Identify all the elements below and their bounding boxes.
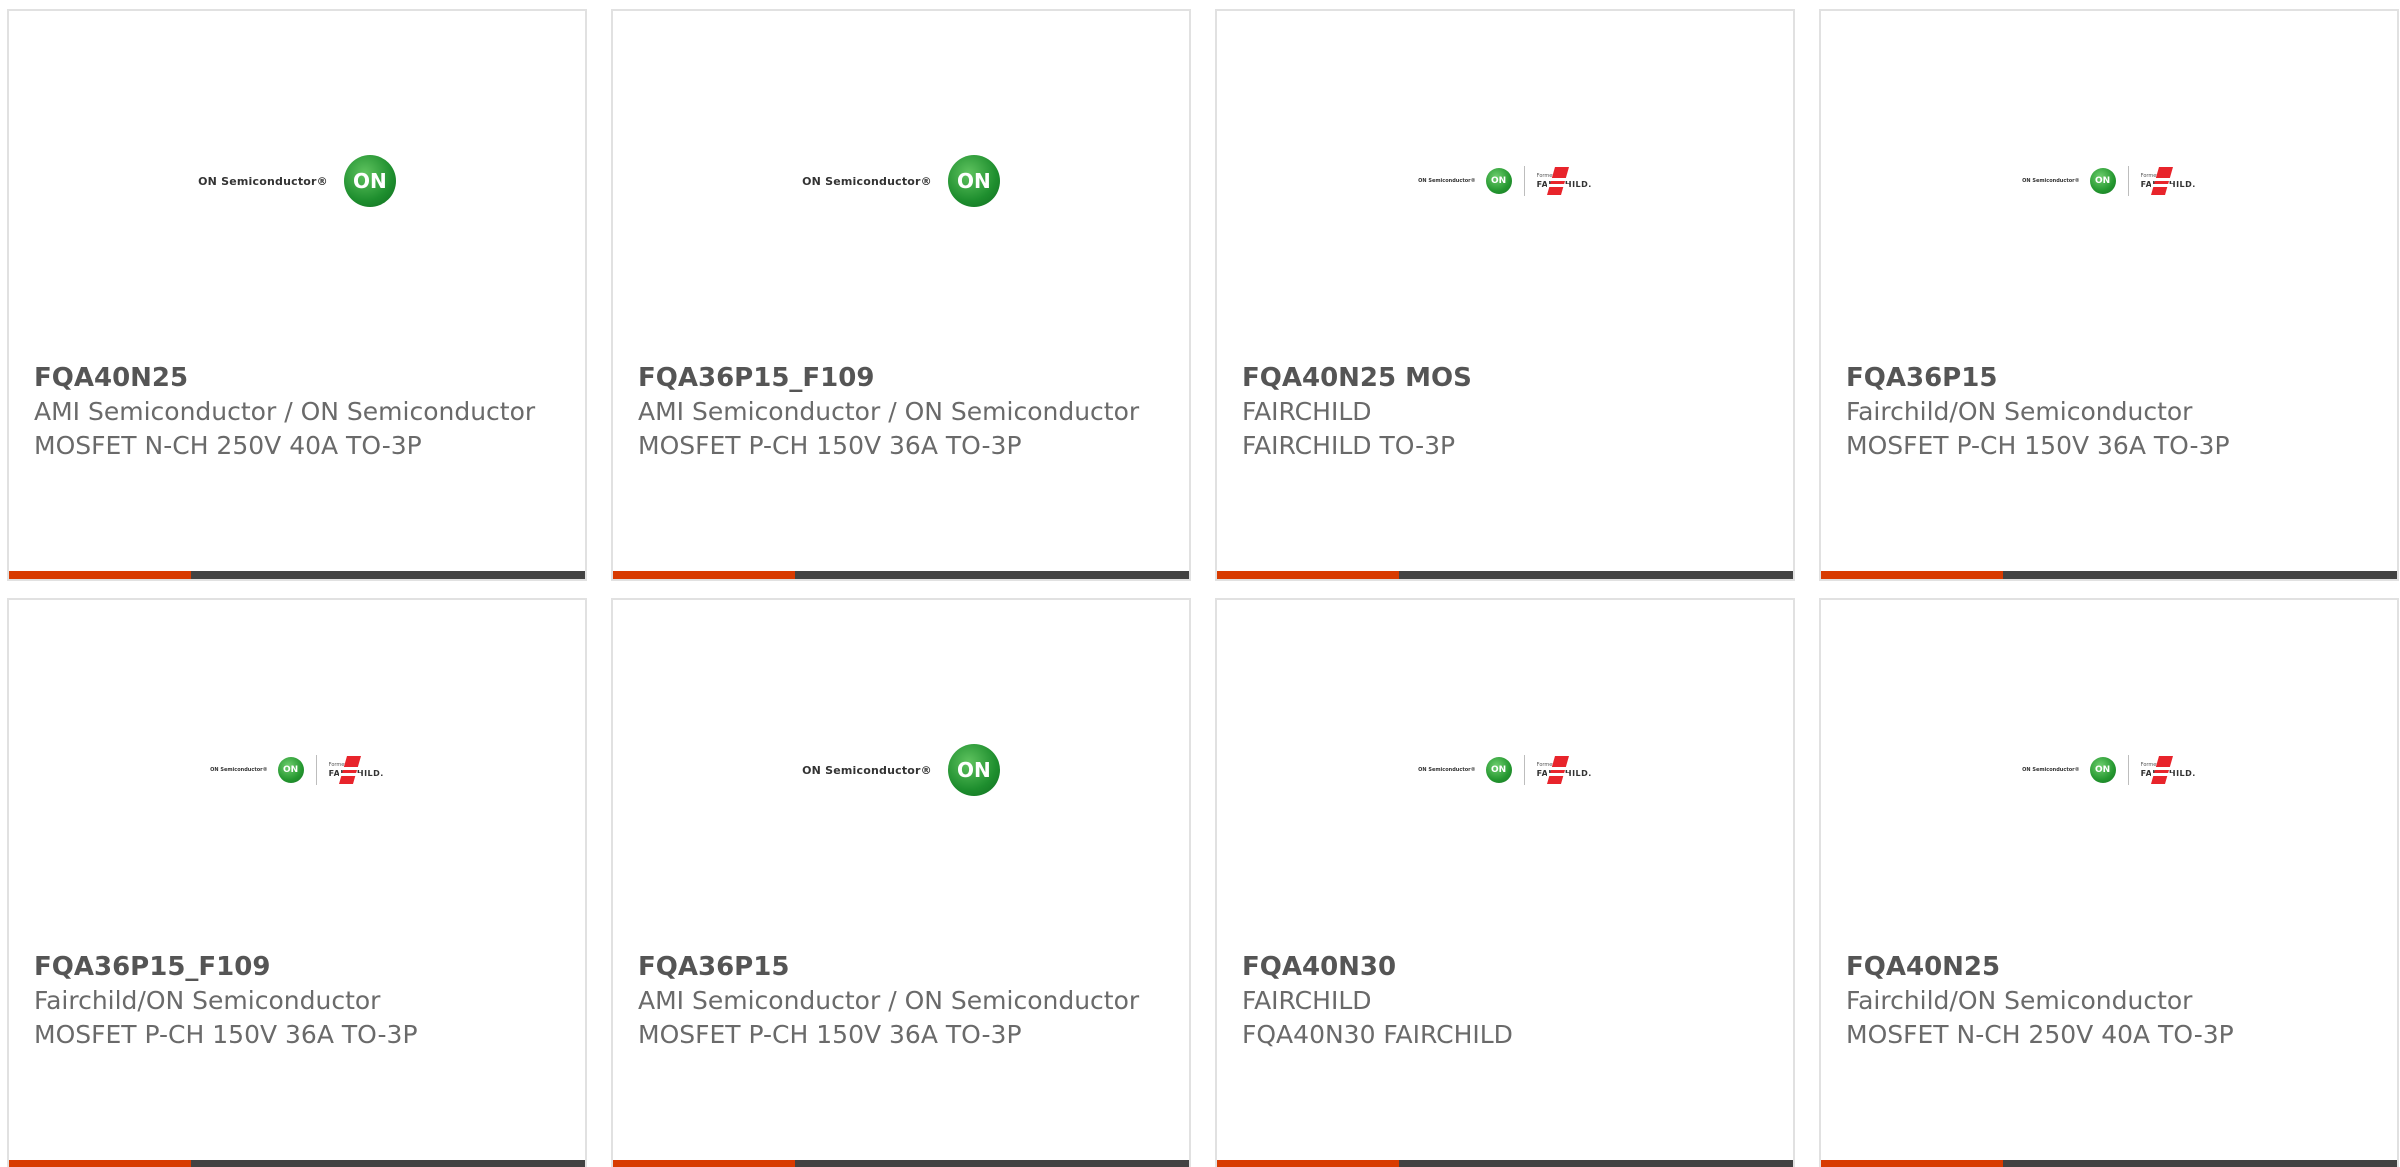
manufacturer: FAIRCHILD	[1242, 986, 1372, 1015]
on-fairchild-logo: ON Semiconductor® ON Formerly FAIRCHILD.	[210, 755, 384, 785]
part-number[interactable]: FQA40N25	[34, 361, 565, 395]
description: MOSFET P-CH 150V 36A TO-3P	[1846, 431, 2230, 460]
logo-text: ON Semiconductor®	[210, 767, 268, 773]
on-logo-icon: ON	[343, 155, 396, 207]
on-fairchild-logo: ON Semiconductor® ON Formerly FAIRCHILD.	[1418, 755, 1592, 785]
part-number[interactable]: FQA40N25	[1846, 950, 2377, 984]
description: MOSFET P-CH 150V 36A TO-3P	[638, 431, 1022, 460]
fairchild-slash-icon	[1546, 756, 1569, 784]
product-logo: ON Semiconductor® ON Formerly FAIRCHILD.	[1821, 11, 2397, 351]
card-accent	[1217, 571, 1399, 579]
on-logo-icon: ON	[2089, 757, 2116, 783]
logo-text: ON Semiconductor®	[802, 763, 932, 777]
card-accent	[1217, 1160, 1399, 1167]
logo-text: ON Semiconductor®	[802, 174, 932, 188]
product-logo: ON Semiconductor® ON	[613, 600, 1189, 940]
fairchild-slash-icon	[2150, 167, 2173, 195]
fairchild-slash-icon	[338, 756, 361, 784]
card-bottom-bar	[613, 1160, 1189, 1167]
logo-divider	[1523, 755, 1525, 785]
manufacturer: AMI Semiconductor / ON Semiconductor	[638, 397, 1140, 426]
description: MOSFET N-CH 250V 40A TO-3P	[1846, 1020, 2234, 1049]
fairchild-logo: Formerly FAIRCHILD.	[2141, 756, 2196, 784]
on-logo-icon: ON	[1485, 168, 1512, 194]
fairchild-logo: Formerly FAIRCHILD.	[329, 756, 384, 784]
product-card[interactable]: ON Semiconductor® ON FQA36P15 AMI Semico…	[611, 598, 1191, 1167]
card-accent	[1821, 1160, 2003, 1167]
description: FAIRCHILD TO-3P	[1242, 431, 1456, 460]
logo-text: ON Semiconductor®	[2022, 178, 2080, 184]
on-fairchild-logo: ON Semiconductor® ON Formerly FAIRCHILD.	[2022, 166, 2196, 196]
card-bottom-bar	[1217, 1160, 1793, 1167]
product-card[interactable]: ON Semiconductor® ON Formerly FAIRCHILD.…	[7, 598, 587, 1167]
fairchild-logo: Formerly FAIRCHILD.	[1537, 167, 1592, 195]
product-card[interactable]: ON Semiconductor® ON Formerly FAIRCHILD.…	[1215, 9, 1795, 581]
manufacturer: Fairchild/ON Semiconductor	[34, 986, 381, 1015]
part-number[interactable]: FQA36P15	[638, 950, 1169, 984]
product-card[interactable]: ON Semiconductor® ON FQA36P15_F109 AMI S…	[611, 9, 1191, 581]
manufacturer: Fairchild/ON Semiconductor	[1846, 397, 2193, 426]
logo-divider	[315, 755, 317, 785]
card-bottom-bar	[1217, 571, 1793, 579]
description: FQA40N30 FAIRCHILD	[1242, 1020, 1513, 1049]
card-bottom-bar	[613, 571, 1189, 579]
on-fairchild-logo: ON Semiconductor® ON Formerly FAIRCHILD.	[2022, 755, 2196, 785]
description: MOSFET N-CH 250V 40A TO-3P	[34, 431, 422, 460]
manufacturer: AMI Semiconductor / ON Semiconductor	[638, 986, 1140, 1015]
on-semiconductor-logo: ON Semiconductor® ON	[802, 155, 1000, 207]
card-bottom-bar	[9, 1160, 585, 1167]
fairchild-slash-icon	[2150, 756, 2173, 784]
logo-text: ON Semiconductor®	[1418, 767, 1476, 773]
logo-text: ON Semiconductor®	[1418, 178, 1476, 184]
part-number[interactable]: FQA40N25 MOS	[1242, 361, 1773, 395]
product-card[interactable]: ON Semiconductor® ON FQA40N25 AMI Semico…	[7, 9, 587, 581]
manufacturer: AMI Semiconductor / ON Semiconductor	[34, 397, 536, 426]
description: MOSFET P-CH 150V 36A TO-3P	[34, 1020, 418, 1049]
product-logo: ON Semiconductor® ON Formerly FAIRCHILD.	[1217, 600, 1793, 940]
manufacturer: Fairchild/ON Semiconductor	[1846, 986, 2193, 1015]
on-logo-icon: ON	[277, 757, 304, 783]
logo-divider	[2127, 755, 2129, 785]
card-accent	[613, 1160, 795, 1167]
product-logo: ON Semiconductor® ON	[9, 11, 585, 351]
card-accent	[9, 571, 191, 579]
logo-divider	[1523, 166, 1525, 196]
on-logo-icon: ON	[947, 744, 1000, 796]
card-accent	[9, 1160, 191, 1167]
product-logo: ON Semiconductor® ON Formerly FAIRCHILD.	[1821, 600, 2397, 940]
on-semiconductor-logo: ON Semiconductor® ON	[802, 744, 1000, 796]
card-bottom-bar	[1821, 571, 2397, 579]
product-grid: ON Semiconductor® ON FQA40N25 AMI Semico…	[0, 0, 2400, 1167]
product-logo: ON Semiconductor® ON Formerly FAIRCHILD.	[1217, 11, 1793, 351]
logo-text: ON Semiconductor®	[2022, 767, 2080, 773]
product-card[interactable]: ON Semiconductor® ON Formerly FAIRCHILD.…	[1819, 598, 2399, 1167]
description: MOSFET P-CH 150V 36A TO-3P	[638, 1020, 1022, 1049]
product-card[interactable]: ON Semiconductor® ON Formerly FAIRCHILD.…	[1215, 598, 1795, 1167]
on-logo-icon: ON	[947, 155, 1000, 207]
manufacturer: FAIRCHILD	[1242, 397, 1372, 426]
card-accent	[613, 571, 795, 579]
part-number[interactable]: FQA36P15_F109	[638, 361, 1169, 395]
product-card[interactable]: ON Semiconductor® ON Formerly FAIRCHILD.…	[1819, 9, 2399, 581]
product-logo: ON Semiconductor® ON Formerly FAIRCHILD.	[9, 600, 585, 940]
fairchild-logo: Formerly FAIRCHILD.	[1537, 756, 1592, 784]
card-bottom-bar	[9, 571, 585, 579]
part-number[interactable]: FQA40N30	[1242, 950, 1773, 984]
part-number[interactable]: FQA36P15	[1846, 361, 2377, 395]
fairchild-slash-icon	[1546, 167, 1569, 195]
card-accent	[1821, 571, 2003, 579]
logo-text: ON Semiconductor®	[198, 174, 328, 188]
part-number[interactable]: FQA36P15_F109	[34, 950, 565, 984]
card-bottom-bar	[1821, 1160, 2397, 1167]
logo-divider	[2127, 166, 2129, 196]
product-logo: ON Semiconductor® ON	[613, 11, 1189, 351]
on-logo-icon: ON	[2089, 168, 2116, 194]
on-logo-icon: ON	[1485, 757, 1512, 783]
on-fairchild-logo: ON Semiconductor® ON Formerly FAIRCHILD.	[1418, 166, 1592, 196]
fairchild-logo: Formerly FAIRCHILD.	[2141, 167, 2196, 195]
on-semiconductor-logo: ON Semiconductor® ON	[198, 155, 396, 207]
